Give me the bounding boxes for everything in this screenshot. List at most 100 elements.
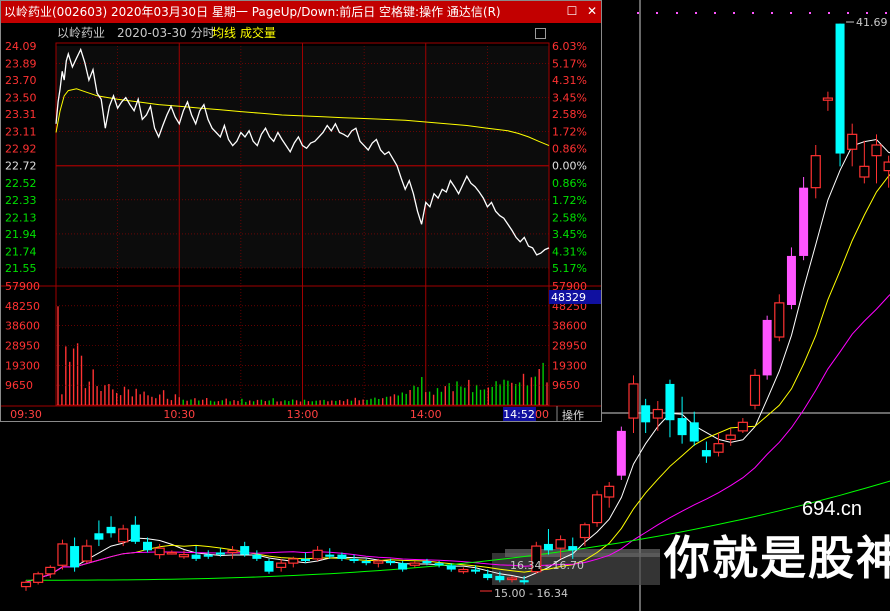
- top-dot-marker: [847, 12, 849, 14]
- candle: [227, 546, 238, 559]
- restore-icon[interactable]: ☐: [565, 4, 579, 18]
- candle-body: [300, 558, 310, 561]
- candle: [143, 537, 152, 553]
- time-axis-label: 09:30: [10, 408, 42, 421]
- candle-body: [677, 418, 687, 436]
- candle-body: [20, 581, 32, 588]
- candle-body: [337, 554, 347, 559]
- percent-axis-label: 0.00%: [552, 160, 587, 173]
- candle: [799, 177, 809, 261]
- volume-legend: 成交量: [240, 26, 277, 40]
- candle-body: [45, 566, 56, 575]
- candle: [762, 315, 772, 380]
- high-price-label: 41.69: [856, 16, 888, 29]
- candle-body: [859, 165, 870, 178]
- candle-body: [434, 563, 444, 566]
- time-axis-label: 13:00: [287, 408, 319, 421]
- candle-body: [166, 551, 177, 555]
- top-dot-marker: [885, 12, 887, 14]
- price-axis-label: 23.11: [5, 126, 37, 139]
- percent-axis-label: 4.31%: [552, 74, 587, 87]
- close-icon[interactable]: ✕: [585, 4, 599, 18]
- candle: [178, 550, 190, 559]
- price-axis-label: 23.31: [5, 108, 37, 121]
- price-axis-label: 22.52: [5, 177, 37, 190]
- price-axis-label: 23.89: [5, 57, 37, 70]
- operation-button-label: 操作: [562, 408, 584, 421]
- top-dot-marker: [637, 12, 639, 14]
- candle-body: [604, 485, 615, 498]
- candle-body: [422, 561, 432, 564]
- candle-body: [810, 155, 821, 189]
- candle: [33, 571, 44, 585]
- candle-body: [652, 408, 663, 419]
- candle-body: [506, 577, 518, 581]
- candle: [701, 441, 711, 463]
- candle-body: [616, 430, 626, 476]
- candle-body: [288, 558, 299, 564]
- candle: [591, 490, 603, 527]
- candle-body: [361, 561, 371, 564]
- candle-body: [143, 541, 152, 551]
- candle: [677, 396, 687, 444]
- percent-axis-label: 3.45%: [552, 228, 587, 241]
- top-dot-marker: [828, 12, 830, 14]
- candle: [203, 550, 213, 559]
- candle: [166, 550, 177, 555]
- candle: [774, 294, 785, 342]
- candle-body: [264, 561, 274, 572]
- candle: [859, 140, 870, 184]
- candle-body: [240, 546, 250, 555]
- candle-body: [725, 434, 736, 440]
- percent-axis-label: 5.17%: [552, 262, 587, 275]
- price-axis-label: 21.94: [5, 228, 37, 241]
- candle-body: [495, 575, 505, 581]
- range-label-1: 16.34 - 16.70: [510, 559, 584, 572]
- price-axis-label: 22.13: [5, 211, 37, 224]
- price-axis-label: 22.92: [5, 142, 37, 155]
- top-dot-marker: [771, 12, 773, 14]
- candle: [240, 541, 250, 557]
- window-title: 以岭药业(002603) 2020年03月30日 星期一 PageUp/Down…: [4, 5, 501, 19]
- candle-body: [70, 546, 80, 568]
- candle-body: [215, 552, 225, 555]
- candle: [749, 369, 761, 410]
- candle: [628, 375, 639, 433]
- price-axis-label: 22.72: [5, 160, 37, 173]
- percent-axis-label: 3.45%: [552, 92, 587, 105]
- candle-body: [398, 563, 408, 570]
- candle-body: [579, 524, 591, 539]
- expand-box-icon[interactable]: [535, 28, 546, 39]
- candle-body: [325, 554, 335, 557]
- candle: [713, 433, 724, 457]
- candle-body: [81, 545, 92, 562]
- candle-body: [227, 549, 238, 554]
- intraday-popup-window[interactable]: 24.09 6.03% 23.89 5.17% 23.70 4.31% 23.50 3.45%…: [0, 0, 602, 422]
- stock-name: 以岭药业: [57, 26, 106, 40]
- candle: [325, 548, 335, 559]
- candle: [312, 546, 323, 561]
- top-dot-marker: [809, 12, 811, 14]
- candle-body: [519, 580, 529, 583]
- volume-axis-label: 9650: [5, 379, 33, 392]
- candle-body: [154, 547, 165, 556]
- intraday-chart[interactable]: 24.09 6.03%23.89 5.17%23.70 4.31%23.50 3.45%…: [1, 1, 601, 421]
- candle: [458, 567, 469, 574]
- candle-body: [665, 383, 675, 421]
- candle-body: [57, 543, 68, 566]
- percent-axis-label: 2.58%: [552, 108, 587, 121]
- candle-body: [471, 569, 481, 572]
- volume-axis-label-right: 19300: [552, 359, 587, 372]
- candle-body: [203, 554, 213, 557]
- avg-line-legend: 均线: [212, 26, 237, 40]
- window-titlebar[interactable]: 以岭药业(002603) 2020年03月30日 星期一 PageUp/Down…: [1, 1, 601, 23]
- time-axis-label: 10:30: [163, 408, 195, 421]
- volume-axis-label: 19300: [5, 359, 40, 372]
- candle-body: [555, 539, 566, 549]
- candle: [264, 558, 274, 574]
- top-dot-marker: [676, 12, 678, 14]
- volume-axis-label: 38600: [5, 320, 40, 333]
- volume-axis-label: 48250: [5, 300, 40, 313]
- volume-axis-label-right: 28950: [552, 340, 587, 353]
- candle-body: [591, 494, 603, 524]
